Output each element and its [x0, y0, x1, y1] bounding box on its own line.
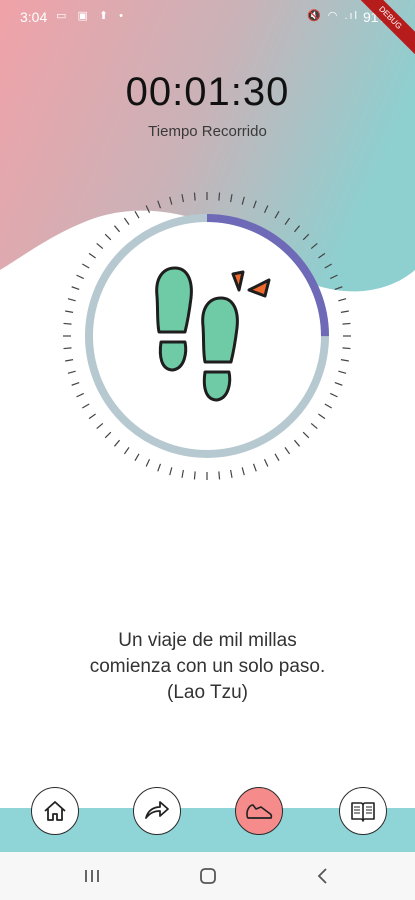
home-system-button[interactable] — [188, 862, 228, 890]
dial-tick — [293, 225, 301, 233]
dial-tick — [318, 252, 326, 259]
dial-tick — [252, 200, 257, 209]
dial-tick — [88, 413, 96, 420]
dial-tick — [241, 196, 245, 205]
dial-tick — [284, 217, 291, 225]
dial-tick — [67, 298, 76, 302]
system-navigation-bar — [0, 852, 415, 900]
back-chevron-icon — [317, 868, 327, 884]
home-square-icon — [200, 868, 216, 884]
dial-tick — [334, 381, 343, 386]
dial-tick — [65, 310, 74, 313]
home-icon — [44, 801, 66, 821]
back-button[interactable] — [303, 862, 343, 890]
dial-tick — [123, 447, 130, 455]
dial-tick — [338, 298, 347, 302]
quote: Un viaje de mil millas comienza con un s… — [40, 628, 375, 706]
dial-tick — [263, 205, 269, 213]
dial-tick — [310, 242, 318, 250]
dial-tick — [252, 463, 257, 472]
dial-tick — [241, 467, 245, 476]
dial-tick — [123, 217, 130, 225]
dial-tick — [88, 252, 96, 259]
dial-tick — [181, 194, 184, 203]
dial-tick — [63, 322, 72, 325]
journal-icon — [351, 802, 375, 822]
dial-tick — [293, 439, 301, 447]
dial-tick — [113, 225, 121, 233]
signal-icons: 🔇 ◠ .ıl — [307, 10, 359, 22]
dial-tick — [230, 469, 233, 478]
dial-tick — [230, 194, 233, 203]
dial-tick — [302, 233, 310, 241]
dial-tick — [96, 242, 104, 250]
dial-tick — [218, 471, 221, 480]
recent-apps-button[interactable] — [72, 862, 112, 890]
status-time: 3:04 — [20, 9, 48, 25]
dial-tick — [330, 392, 338, 398]
dial-tick — [318, 413, 326, 420]
quote-author: (Lao Tzu) — [167, 682, 248, 703]
dial-tick — [134, 210, 140, 219]
progress-dial — [63, 192, 351, 480]
dial-tick — [134, 453, 140, 462]
dial-tick — [169, 196, 173, 205]
dial-tick — [71, 286, 80, 291]
share-arrow-icon — [145, 801, 169, 819]
dial-tick — [274, 453, 280, 462]
dial-tick — [193, 192, 196, 201]
dial-tick — [71, 381, 80, 386]
elapsed-timer: 00:01:30 — [125, 70, 290, 114]
dial-tick — [113, 439, 121, 447]
dial-tick — [324, 263, 333, 269]
dial-tick — [76, 392, 84, 398]
dial-tick — [302, 431, 310, 439]
dial-tick — [330, 274, 338, 280]
quote-line-2: comienza con un solo paso. — [89, 656, 326, 677]
dial-tick — [81, 403, 90, 409]
recent-apps-icon — [85, 870, 99, 882]
dial-tick — [145, 205, 151, 213]
dial-tick — [157, 200, 162, 209]
dial-tick — [104, 431, 112, 439]
dial-tick — [169, 467, 173, 476]
dial-tick — [342, 347, 351, 350]
dial-tick — [157, 463, 162, 472]
dial-tick — [81, 263, 90, 269]
dial-tick — [342, 322, 351, 325]
sneaker-icon — [246, 804, 273, 819]
status-bar: 3:04 ▭ ▣ ⬆ • 🔇 ◠ .ıl 91% — [0, 0, 415, 34]
dial-tick — [324, 403, 333, 409]
dial-tick — [340, 359, 349, 362]
dial-tick — [65, 359, 74, 362]
timer-label: Tiempo Recorrido — [148, 123, 267, 140]
dial-tick — [218, 192, 221, 201]
dial-tick — [284, 447, 291, 455]
dial-tick — [338, 370, 347, 374]
dial-tick — [63, 347, 72, 350]
dial-tick — [340, 310, 349, 313]
dial-tick — [76, 274, 84, 280]
dial-tick — [104, 233, 112, 241]
journal-button[interactable] — [339, 787, 387, 835]
walk-button[interactable] — [235, 787, 283, 835]
dial-tick — [310, 422, 318, 430]
share-button[interactable] — [133, 787, 181, 835]
dial-tick — [274, 210, 280, 219]
dial-tick — [334, 286, 343, 291]
notification-icons: ▭ ▣ ⬆ • — [56, 10, 128, 22]
dial-tick — [67, 370, 76, 374]
dial-tick — [145, 459, 151, 467]
dial-tick — [181, 469, 184, 478]
quote-line-1: Un viaje de mil millas — [118, 630, 297, 651]
dial-tick — [96, 422, 104, 430]
home-button[interactable] — [31, 787, 79, 835]
dial-tick — [263, 459, 269, 467]
dial-tick — [193, 471, 196, 480]
